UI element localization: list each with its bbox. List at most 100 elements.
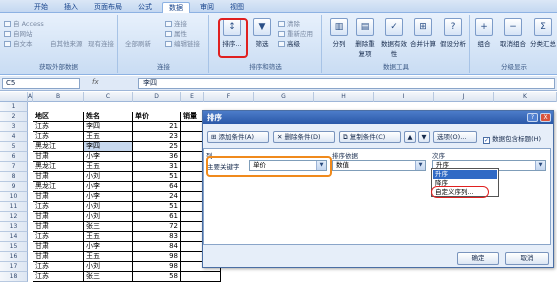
header-checkbox-row[interactable]: ✓ 数据包含标题(H): [483, 133, 541, 144]
table-cell[interactable]: 小刘: [84, 202, 133, 212]
tab-insert[interactable]: 插入: [58, 2, 84, 13]
refresh-all-button[interactable]: 全部刷新: [125, 38, 151, 48]
row-header[interactable]: 7: [0, 162, 28, 172]
row-header[interactable]: 9: [0, 182, 28, 192]
table-header-cell[interactable]: 姓名: [84, 112, 133, 122]
other-sources-button[interactable]: 自其他来源: [50, 38, 83, 48]
table-cell[interactable]: 21: [133, 122, 181, 132]
table-cell[interactable]: 甘肃: [33, 152, 84, 162]
table-cell[interactable]: 98: [133, 262, 181, 272]
table-cell[interactable]: [181, 272, 221, 282]
table-cell[interactable]: 83: [133, 232, 181, 242]
cancel-button[interactable]: 取消: [505, 252, 549, 265]
table-cell[interactable]: 51: [133, 202, 181, 212]
table-cell[interactable]: 小刘: [84, 172, 133, 182]
from-access-button[interactable]: 自 Access: [4, 18, 44, 28]
table-cell[interactable]: 84: [133, 242, 181, 252]
table-cell[interactable]: 黑龙江: [33, 182, 84, 192]
row-header[interactable]: 16: [0, 252, 28, 262]
column-header-g[interactable]: G: [254, 92, 314, 102]
formula-input[interactable]: 李四: [138, 78, 555, 89]
table-cell[interactable]: 黑龙江: [33, 142, 84, 152]
table-cell[interactable]: 甘肃: [33, 252, 84, 262]
row-header[interactable]: 13: [0, 222, 28, 232]
from-web-button[interactable]: 自网站: [4, 28, 33, 38]
existing-connections-button[interactable]: 现有连接: [88, 38, 114, 48]
subtotal-button[interactable]: Σ 分类汇总: [529, 18, 557, 48]
help-icon[interactable]: ?: [527, 113, 538, 122]
column-header-e[interactable]: E: [181, 92, 204, 102]
edit-links-button[interactable]: 编辑链接: [165, 38, 200, 48]
select-all-corner[interactable]: [0, 92, 28, 102]
advanced-button[interactable]: 高级: [278, 38, 300, 48]
table-cell[interactable]: 甘肃: [33, 222, 84, 232]
table-cell[interactable]: 36: [133, 152, 181, 162]
table-cell[interactable]: 王五: [84, 162, 133, 172]
name-box[interactable]: C5: [2, 78, 80, 89]
table-cell[interactable]: 64: [133, 182, 181, 192]
table-cell[interactable]: 甘肃: [33, 242, 84, 252]
table-cell[interactable]: 李四: [84, 142, 133, 152]
table-cell[interactable]: 24: [133, 192, 181, 202]
ungroup-button[interactable]: − 取消组合: [497, 18, 529, 48]
move-down-button[interactable]: ▼: [418, 131, 430, 143]
sort-on-select[interactable]: 数值 ▼: [332, 160, 426, 171]
text-to-columns-button[interactable]: ▥ 分列: [327, 18, 351, 48]
row-header[interactable]: 3: [0, 122, 28, 132]
delete-level-button[interactable]: ✕ 删除条件(D): [273, 131, 335, 143]
ok-button[interactable]: 确定: [457, 252, 499, 265]
add-level-button[interactable]: ⊞ 添加条件(A): [207, 131, 269, 143]
row-header[interactable]: 4: [0, 132, 28, 142]
row-header[interactable]: 11: [0, 202, 28, 212]
column-header-j[interactable]: J: [434, 92, 494, 102]
row-header[interactable]: 12: [0, 212, 28, 222]
table-cell[interactable]: 江苏: [33, 122, 84, 132]
row-header[interactable]: 14: [0, 232, 28, 242]
reapply-button[interactable]: 重新应用: [278, 28, 313, 38]
column-header-d[interactable]: D: [133, 92, 181, 102]
connections-button[interactable]: 连接: [165, 18, 187, 28]
tab-review[interactable]: 审阅: [194, 2, 220, 13]
table-cell[interactable]: 黑龙江: [33, 162, 84, 172]
table-cell[interactable]: 王五: [84, 252, 133, 262]
table-cell[interactable]: 甘肃: [33, 212, 84, 222]
row-header[interactable]: 8: [0, 172, 28, 182]
data-validation-button[interactable]: ✓ 数据有效性: [381, 18, 407, 58]
table-cell[interactable]: 江苏: [33, 272, 84, 282]
table-header-cell[interactable]: 单价: [133, 112, 181, 122]
row-header[interactable]: 17: [0, 262, 28, 272]
column-header-k[interactable]: K: [494, 92, 557, 102]
copy-level-button[interactable]: ⧉ 复制条件(C): [339, 131, 401, 143]
from-text-button[interactable]: 自文本: [4, 38, 33, 48]
tab-view[interactable]: 视图: [224, 2, 250, 13]
table-cell[interactable]: 王五: [84, 132, 133, 142]
fx-icon[interactable]: fx: [92, 78, 99, 86]
table-cell[interactable]: 小李: [84, 242, 133, 252]
table-cell[interactable]: 江苏: [33, 232, 84, 242]
tab-formulas[interactable]: 公式: [132, 2, 158, 13]
options-button[interactable]: 选项(O)...: [433, 131, 477, 143]
table-cell[interactable]: 98: [133, 252, 181, 262]
column-header-f[interactable]: F: [204, 92, 254, 102]
properties-button[interactable]: 属性: [165, 28, 187, 38]
tab-data[interactable]: 数据: [162, 2, 190, 13]
table-cell[interactable]: 31: [133, 162, 181, 172]
table-cell[interactable]: 58: [133, 272, 181, 282]
column-header-c[interactable]: C: [84, 92, 133, 102]
table-cell[interactable]: 张三: [84, 272, 133, 282]
remove-duplicates-button[interactable]: ▤ 删除重复项: [353, 18, 377, 58]
table-cell[interactable]: 61: [133, 212, 181, 222]
move-up-button[interactable]: ▲: [404, 131, 416, 143]
column-header-b[interactable]: B: [33, 92, 84, 102]
table-cell[interactable]: 李四: [84, 122, 133, 132]
table-cell[interactable]: 小李: [84, 182, 133, 192]
row-header[interactable]: 5: [0, 142, 28, 152]
table-cell[interactable]: 23: [133, 132, 181, 142]
table-cell[interactable]: 51: [133, 172, 181, 182]
clear-button[interactable]: 清除: [278, 18, 300, 28]
table-cell[interactable]: 72: [133, 222, 181, 232]
tab-page-layout[interactable]: 页面布局: [88, 2, 128, 13]
filter-button[interactable]: ▼ 筛选: [250, 18, 274, 48]
table-cell[interactable]: 甘肃: [33, 192, 84, 202]
table-cell[interactable]: 王五: [84, 232, 133, 242]
